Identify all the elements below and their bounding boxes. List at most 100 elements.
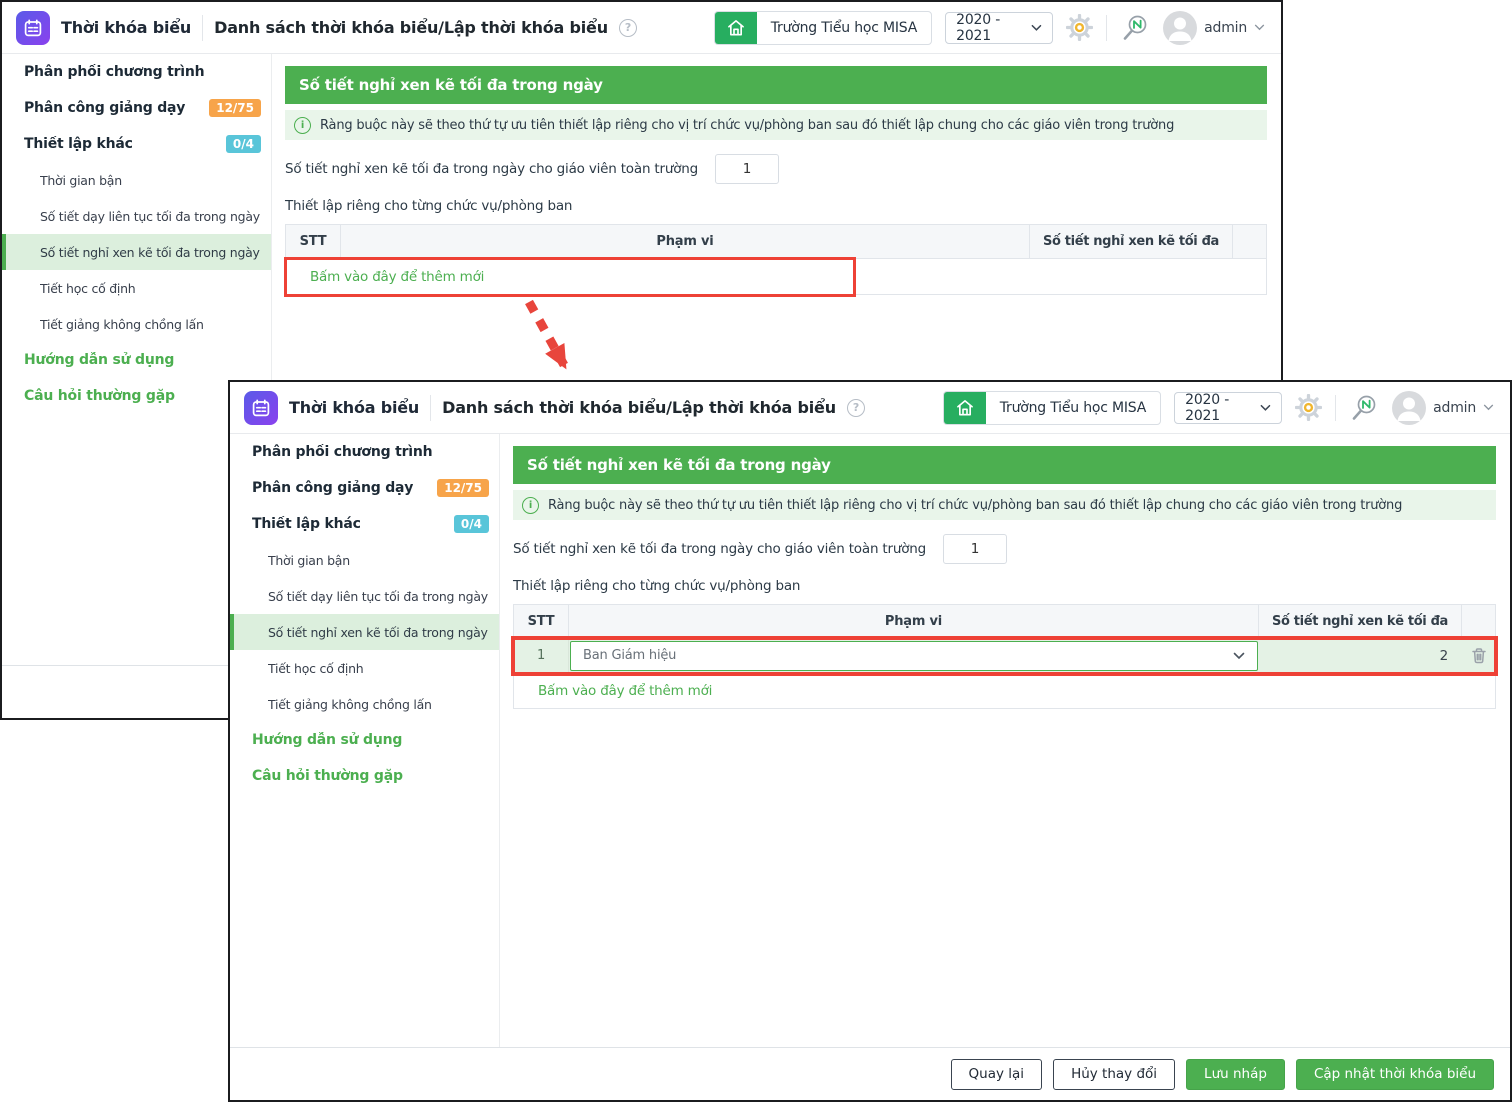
school-year-select[interactable]: 2020 - 2021 — [945, 11, 1054, 44]
sidebar-item-label: Thiết lập khác — [252, 516, 361, 532]
add-new-row-link[interactable]: Bấm vào đây để thêm mới — [284, 257, 1266, 297]
custom-setting-label: Thiết lập riêng cho từng chức vụ/phòng b… — [513, 578, 801, 594]
top-header: Thời khóa biểu Danh sách thời khóa biểu/… — [230, 382, 1510, 434]
sidebar-item-label: Phân phối chương trình — [24, 64, 205, 80]
info-text: Ràng buộc này sẽ theo thứ tự ưu tiên thi… — [548, 497, 1403, 513]
sidebar-item-tiet-giang-khong-chong-lan[interactable]: Tiết giảng không chồng lấn — [230, 686, 499, 722]
progress-badge: 0/4 — [453, 515, 489, 533]
help-icon[interactable]: ? — [618, 18, 637, 37]
sidebar-item-thoi-gian-ban[interactable]: Thời gian bận — [2, 162, 271, 198]
sidebar-item-label: Hướng dẫn sử dụng — [24, 352, 175, 368]
user-menu[interactable]: admin — [1163, 10, 1265, 45]
window-foreground: Thời khóa biểu Danh sách thời khóa biểu/… — [228, 380, 1512, 1102]
column-header-actions — [1462, 605, 1495, 638]
sidebar-item-phan-phoi-chuong-trinh[interactable]: Phân phối chương trình — [2, 54, 271, 90]
sidebar-item-label: Hướng dẫn sử dụng — [252, 732, 403, 748]
sidebar-item-phan-cong-giang-day[interactable]: Phân công giảng dạy 12/75 — [230, 470, 499, 506]
avatar — [1163, 10, 1198, 45]
update-timetable-button[interactable]: Cập nhật thời khóa biểu — [1295, 1058, 1494, 1090]
sidebar-item-label: Số tiết nghỉ xen kẽ tối đa trong ngày — [268, 624, 488, 640]
home-icon[interactable] — [943, 391, 986, 424]
sidebar-item-thoi-gian-ban[interactable]: Thời gian bận — [230, 542, 499, 578]
chevron-down-icon — [1483, 404, 1494, 411]
sidebar-item-huong-dan-su-dung[interactable]: Hướng dẫn sử dụng — [230, 722, 499, 758]
school-name: Trường Tiểu học MISA — [999, 399, 1147, 416]
progress-badge: 12/75 — [437, 479, 489, 497]
avatar — [1392, 390, 1427, 425]
info-icon: i — [294, 116, 311, 134]
sidebar-item-so-tiet-day-lien-tuc[interactable]: Số tiết dạy liên tục tối đa trong ngày — [230, 578, 499, 614]
school-year-value: 2020 - 2021 — [956, 11, 1001, 44]
username: admin — [1433, 399, 1476, 416]
sidebar-item-label: Số tiết nghỉ xen kẽ tối đa trong ngày — [40, 244, 260, 260]
add-new-label: Bấm vào đây để thêm mới — [538, 682, 713, 699]
table-row: 1 Ban Giám hiệu 2 — [511, 636, 1498, 676]
trash-icon — [1471, 648, 1486, 664]
page-title: Danh sách thời khóa biểu/Lập thời khóa b… — [214, 18, 608, 37]
delete-row-button[interactable] — [1462, 639, 1495, 672]
column-header-stt: STT — [286, 225, 341, 258]
info-text: Ràng buộc này sẽ theo thứ tự ưu tiên thi… — [320, 117, 1175, 133]
sidebar-item-cau-hoi-thuong-gap[interactable]: Câu hỏi thường gặp — [230, 758, 499, 794]
add-new-label: Bấm vào đây để thêm mới — [310, 268, 485, 285]
school-name: Trường Tiểu học MISA — [770, 19, 918, 36]
search-analytics-icon[interactable] — [1120, 13, 1150, 43]
sidebar-item-so-tiet-nghi-xen-ke[interactable]: Số tiết nghỉ xen kẽ tối đa trong ngày — [230, 614, 499, 650]
search-analytics-icon[interactable] — [1349, 393, 1379, 423]
global-setting-input[interactable] — [942, 534, 1007, 564]
info-banner: i Ràng buộc này sẽ theo thứ tự ưu tiên t… — [285, 110, 1267, 140]
settings-table: STT Phạm vi Số tiết nghỉ xen kẽ tối đa 1… — [511, 604, 1498, 709]
sidebar-item-label: Tiết giảng không chồng lấn — [40, 316, 204, 332]
sidebar-item-phan-phoi-chuong-trinh[interactable]: Phân phối chương trình — [230, 434, 499, 470]
sidebar-item-tiet-hoc-co-dinh[interactable]: Tiết học cố định — [2, 270, 271, 306]
sidebar-item-tiet-hoc-co-dinh[interactable]: Tiết học cố định — [230, 650, 499, 686]
sidebar-item-phan-cong-giang-day[interactable]: Phân công giảng dạy 12/75 — [2, 90, 271, 126]
school-selector[interactable]: Trường Tiểu học MISA — [713, 10, 933, 45]
global-setting-label: Số tiết nghỉ xen kẽ tối đa trong ngày ch… — [285, 161, 698, 177]
main-content: Số tiết nghỉ xen kẽ tối đa trong ngày i … — [500, 434, 1510, 1047]
username: admin — [1204, 19, 1247, 36]
app-logo-calendar-icon[interactable] — [16, 10, 50, 45]
info-banner: i Ràng buộc này sẽ theo thứ tự ưu tiên t… — [513, 490, 1496, 520]
save-draft-button[interactable]: Lưu nháp — [1186, 1058, 1285, 1090]
sidebar-item-thiet-lap-khac[interactable]: Thiết lập khác 0/4 — [230, 506, 499, 542]
column-header-so-tiet: Số tiết nghỉ xen kẽ tối đa — [1030, 225, 1233, 258]
chevron-down-icon — [1233, 652, 1245, 659]
progress-badge: 12/75 — [209, 99, 261, 117]
progress-badge: 0/4 — [225, 135, 261, 153]
user-menu[interactable]: admin — [1392, 390, 1494, 425]
help-icon[interactable]: ? — [846, 398, 865, 417]
sidebar-item-thiet-lap-khac[interactable]: Thiết lập khác 0/4 — [2, 126, 271, 162]
sidebar-item-label: Câu hỏi thường gặp — [24, 388, 175, 404]
column-header-pham-vi: Phạm vi — [569, 605, 1259, 638]
settings-gear-icon[interactable] — [1295, 394, 1323, 421]
cancel-changes-button[interactable]: Hủy thay đổi — [1053, 1058, 1176, 1090]
home-icon[interactable] — [714, 11, 757, 44]
school-year-select[interactable]: 2020 - 2021 — [1174, 391, 1283, 424]
sidebar-item-label: Tiết học cố định — [268, 660, 364, 676]
app-logo-calendar-icon[interactable] — [244, 390, 278, 425]
footer-action-bar: Quay lại Hủy thay đổi Lưu nháp Cập nhật … — [230, 1048, 1510, 1100]
sidebar: Phân phối chương trình Phân công giảng d… — [230, 434, 500, 1047]
global-setting-row: Số tiết nghỉ xen kẽ tối đa trong ngày ch… — [285, 154, 1267, 184]
school-selector[interactable]: Trường Tiểu học MISA — [942, 390, 1162, 425]
row-index: 1 — [514, 639, 569, 672]
add-new-row-link[interactable]: Bấm vào đây để thêm mới — [514, 673, 1495, 709]
sidebar-item-label: Thời gian bận — [40, 172, 122, 188]
header-divider — [1106, 14, 1108, 41]
sidebar-item-so-tiet-day-lien-tuc[interactable]: Số tiết dạy liên tục tối đa trong ngày — [2, 198, 271, 234]
sidebar-item-tiet-giang-khong-chong-lan[interactable]: Tiết giảng không chồng lấn — [2, 306, 271, 342]
back-button[interactable]: Quay lại — [950, 1058, 1043, 1090]
settings-gear-icon[interactable] — [1066, 14, 1094, 41]
scope-dropdown[interactable]: Ban Giám hiệu — [570, 640, 1258, 671]
panel-title: Số tiết nghỉ xen kẽ tối đa trong ngày — [513, 446, 1496, 484]
sidebar-item-huong-dan-su-dung[interactable]: Hướng dẫn sử dụng — [2, 342, 271, 378]
settings-table: STT Phạm vi Số tiết nghỉ xen kẽ tối đa 1… — [284, 224, 1267, 297]
sidebar-item-so-tiet-nghi-xen-ke[interactable]: Số tiết nghỉ xen kẽ tối đa trong ngày — [2, 234, 271, 270]
chevron-down-icon — [1031, 24, 1042, 31]
global-setting-input[interactable] — [714, 154, 779, 184]
school-year-value: 2020 - 2021 — [1185, 391, 1230, 424]
header-divider — [202, 14, 204, 41]
sidebar-item-label: Câu hỏi thường gặp — [252, 768, 403, 784]
sidebar-item-label: Tiết giảng không chồng lấn — [268, 696, 432, 712]
